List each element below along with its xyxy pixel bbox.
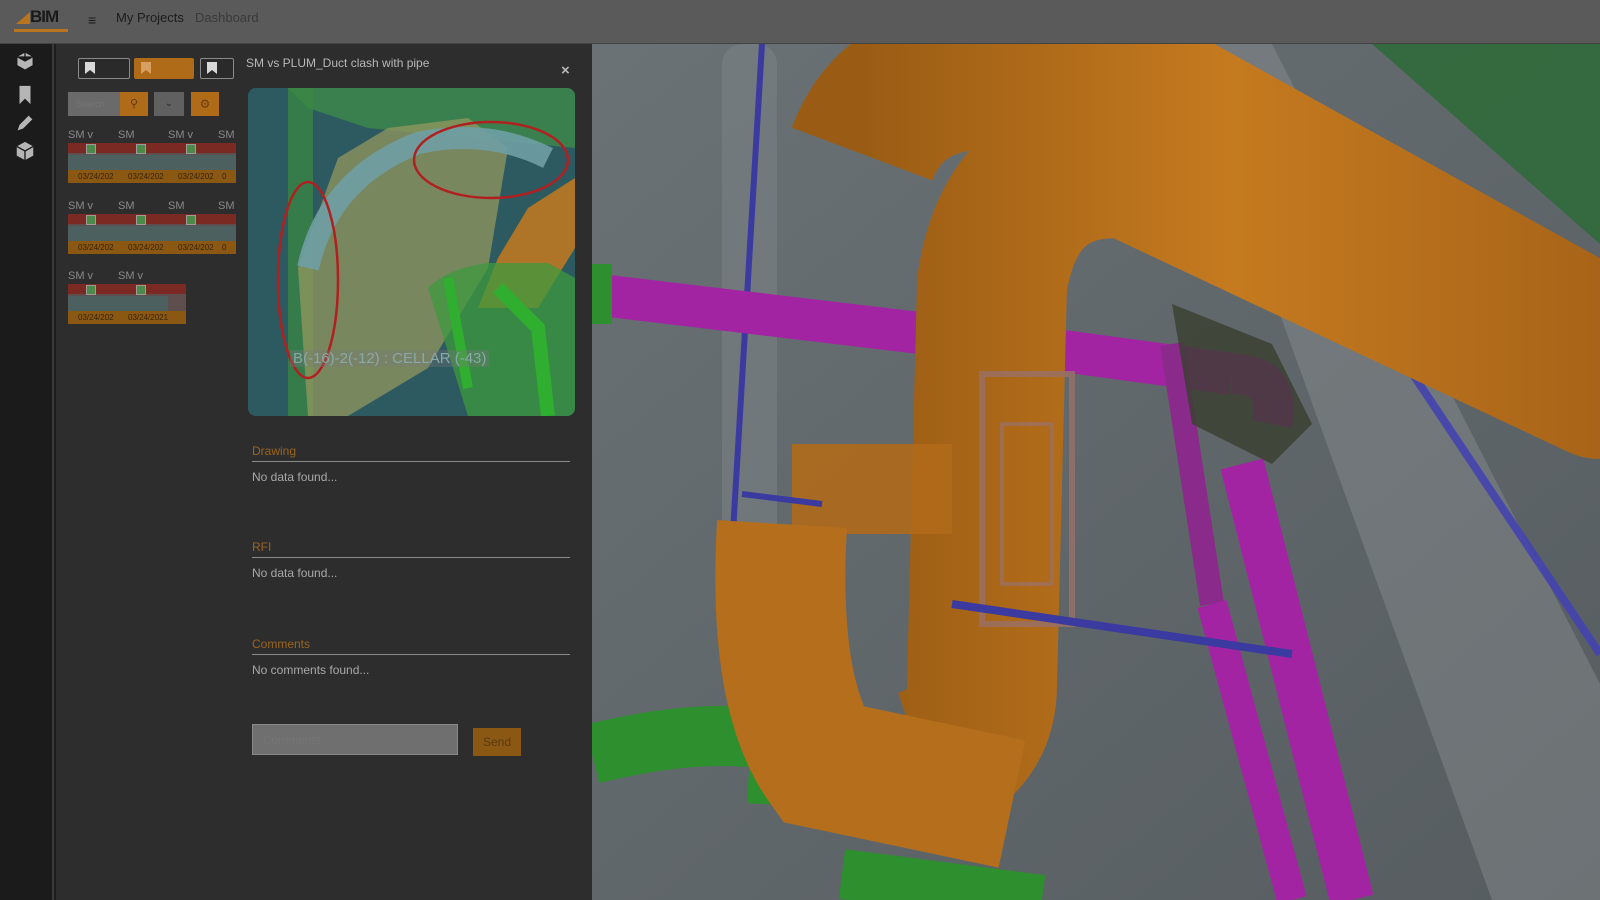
- bookmark-icon: [85, 62, 95, 74]
- issue-image: [68, 143, 118, 170]
- issue-thumbnail[interactable]: SM 03/24/202: [168, 200, 218, 255]
- issue-image: [118, 143, 168, 170]
- issue-date: 03/24/202: [68, 311, 118, 324]
- issue-title: SM v: [68, 200, 94, 212]
- bookmark-icon: [207, 62, 217, 74]
- issue-image: [118, 214, 168, 241]
- issue-image: [218, 214, 236, 241]
- issue-title: SM: [218, 200, 235, 212]
- box-icon[interactable]: [14, 140, 38, 164]
- top-bar: BIM ≡ My Projects Dashboard: [0, 0, 1600, 44]
- nav-dashboard[interactable]: Dashboard: [195, 10, 259, 25]
- nav-my-projects[interactable]: My Projects: [116, 10, 184, 25]
- rfi-heading: RFI: [252, 540, 570, 558]
- issue-thumbnail[interactable]: SM v 03/24/202: [68, 129, 118, 184]
- left-toolbar: [0, 44, 54, 900]
- issue-image: [68, 284, 118, 311]
- issue-title: SM: [118, 129, 135, 141]
- issue-date: 03/24/202: [168, 170, 218, 183]
- preview-caption: B(-16)-2(-12) : CELLAR (-43): [290, 350, 490, 367]
- issue-thumbnail[interactable]: SM 03/24/202: [118, 200, 168, 255]
- logo-mark-icon: [16, 12, 30, 24]
- issue-thumbnail[interactable]: SM v 03/24/202: [68, 200, 118, 255]
- issue-thumbnail[interactable]: SM 0: [218, 129, 236, 184]
- close-icon[interactable]: ×: [561, 62, 570, 79]
- comment-input[interactable]: [252, 724, 458, 755]
- issue-title: SM: [118, 200, 135, 212]
- menu-icon[interactable]: ≡: [88, 13, 102, 27]
- issue-image: [218, 143, 236, 170]
- pencil-icon[interactable]: [14, 112, 38, 136]
- drawing-section: Drawing No data found...: [252, 444, 570, 484]
- issue-date: 03/24/202: [68, 241, 118, 254]
- search-input[interactable]: [68, 92, 120, 116]
- filter-dropdown[interactable]: ⌄: [154, 92, 184, 116]
- issues-panel: ⚲ ⌄ ⚙ SM v 03/24/202 SM 03/24/202 SM v 0…: [56, 44, 592, 900]
- issue-date: 03/24/202: [168, 241, 218, 254]
- issue-thumbnail[interactable]: SM v 03/24/2021: [118, 270, 186, 325]
- drawing-heading: Drawing: [252, 444, 570, 462]
- rfi-section: RFI No data found...: [252, 540, 570, 580]
- app-logo[interactable]: BIM: [14, 4, 68, 32]
- comments-heading: Comments: [252, 637, 570, 655]
- issue-image: [118, 284, 186, 311]
- 3d-model-viewport[interactable]: [592, 44, 1600, 900]
- issue-title: SM v: [68, 270, 94, 282]
- tab-bookmarks[interactable]: [78, 58, 130, 79]
- issue-title: SM: [218, 129, 235, 141]
- issue-date: 0: [218, 241, 236, 254]
- issue-thumbnail[interactable]: SM v 03/24/202: [68, 270, 118, 325]
- bookmark-icon: [141, 62, 151, 74]
- issue-title: SM v: [68, 129, 94, 141]
- rfi-value: No data found...: [252, 566, 338, 580]
- issue-date: 0: [218, 170, 236, 183]
- search-icon[interactable]: ⚲: [120, 92, 148, 116]
- drawing-value: No data found...: [252, 470, 338, 484]
- issue-title: SM v: [168, 129, 194, 141]
- comments-value: No comments found...: [252, 663, 370, 677]
- comments-section: Comments No comments found...: [252, 637, 570, 677]
- issue-title: SM v: [118, 270, 144, 282]
- issue-title: SM: [168, 200, 185, 212]
- tab-bookmarks-active[interactable]: [134, 58, 194, 79]
- issue-image: [68, 214, 118, 241]
- cube-icon[interactable]: [14, 50, 38, 74]
- issue-list: ⚲ ⌄ ⚙ SM v 03/24/202 SM 03/24/202 SM v 0…: [56, 44, 236, 900]
- clash-preview-image[interactable]: B(-16)-2(-12) : CELLAR (-43): [248, 88, 575, 416]
- issue-detail: SM vs PLUM_Duct clash with pipe × B(-16)…: [244, 44, 592, 900]
- issue-date: 03/24/202: [118, 170, 168, 183]
- issue-detail-title: SM vs PLUM_Duct clash with pipe: [246, 56, 430, 70]
- issue-thumbnail[interactable]: SM v 03/24/202: [168, 129, 218, 184]
- issue-image: [168, 143, 218, 170]
- bookmark-icon[interactable]: [14, 84, 38, 108]
- issue-date: 03/24/202: [68, 170, 118, 183]
- issue-date: 03/24/2021: [118, 311, 186, 324]
- logo-text: BIM: [30, 7, 59, 26]
- send-button[interactable]: Send: [473, 728, 521, 756]
- tab-bookmarks-more[interactable]: [200, 58, 234, 79]
- gear-icon[interactable]: ⚙: [191, 92, 219, 116]
- issue-thumbnail[interactable]: SM 0: [218, 200, 236, 255]
- issue-date: 03/24/202: [118, 241, 168, 254]
- issue-thumbnail[interactable]: SM 03/24/202: [118, 129, 168, 184]
- issue-image: [168, 214, 218, 241]
